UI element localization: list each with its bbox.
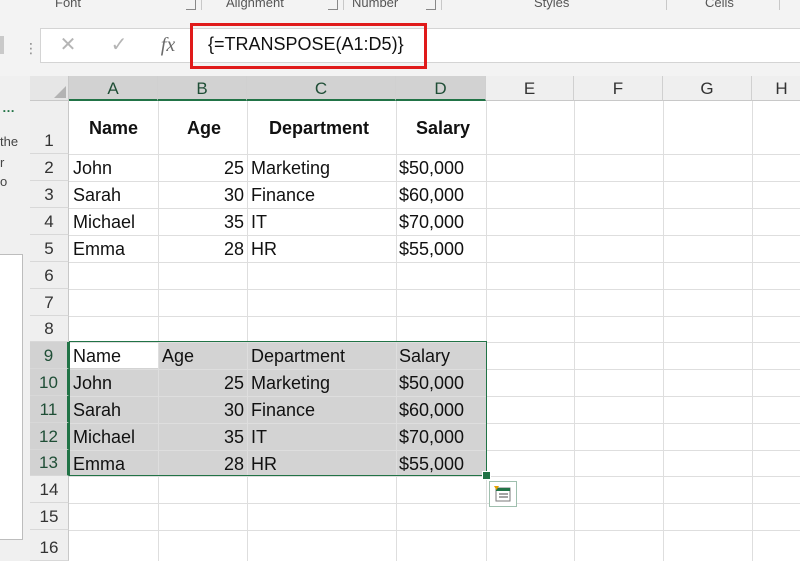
grid-line (69, 503, 800, 504)
ribbon-strip: Font Alignment Number Styles Cells (0, 0, 800, 15)
row-header-10[interactable]: 10 (30, 369, 69, 396)
cell-c2[interactable]: Marketing (251, 155, 330, 181)
ribbon-separator (201, 0, 202, 10)
grid-line (396, 101, 397, 561)
cell-d5[interactable]: $55,000 (399, 236, 464, 262)
number-launcher-icon[interactable] (426, 0, 436, 10)
column-header-g[interactable]: G (663, 76, 752, 101)
task-pane-text: o (0, 174, 8, 189)
cell-c3[interactable]: Finance (251, 182, 315, 208)
row-header-16[interactable]: 16 (30, 530, 69, 561)
cell-b2[interactable]: 25 (158, 155, 244, 181)
select-all-triangle-icon (54, 86, 66, 98)
cell-a4[interactable]: Michael (73, 209, 135, 235)
alignment-launcher-icon[interactable] (328, 0, 338, 10)
column-header-b[interactable]: B (158, 76, 247, 101)
cell-c1[interactable]: Department (269, 115, 369, 141)
cell-b3[interactable]: 30 (158, 182, 244, 208)
grid-line (663, 101, 664, 561)
row-header-11[interactable]: 11 (30, 396, 69, 423)
grid-line (752, 101, 753, 561)
ribbon-group-styles[interactable]: Styles (534, 0, 569, 10)
cell-b4[interactable]: 35 (158, 209, 244, 235)
cell-d2[interactable]: $50,000 (399, 155, 464, 181)
quick-analysis-icon (494, 486, 511, 502)
ribbon-separator (343, 0, 344, 10)
grid-line (69, 289, 800, 290)
cell-a2[interactable]: John (73, 155, 112, 181)
grid-line (486, 101, 487, 561)
fill-handle[interactable] (482, 471, 491, 480)
cancel-icon[interactable]: ✕ (54, 30, 82, 60)
row-header-4[interactable]: 4 (30, 208, 69, 235)
quick-analysis-button[interactable] (489, 481, 517, 507)
cell-a3[interactable]: Sarah (73, 182, 121, 208)
grid-line (69, 530, 800, 531)
row-header-8[interactable]: 8 (30, 316, 69, 342)
selection-border (69, 341, 487, 476)
row-header-14[interactable]: 14 (30, 476, 69, 503)
cell-a1[interactable]: Name (89, 115, 138, 141)
ribbon-group-cells[interactable]: Cells (705, 0, 734, 10)
enter-icon[interactable]: ✓ (105, 30, 133, 60)
column-header-c[interactable]: C (247, 76, 396, 101)
row-header-9[interactable]: 9 (30, 342, 69, 369)
column-header-h[interactable]: H (752, 76, 800, 101)
task-pane-more-icon[interactable]: … (2, 100, 15, 115)
task-pane-list-box[interactable] (0, 254, 23, 540)
column-header-e[interactable]: E (486, 76, 574, 101)
row-header-2[interactable]: 2 (30, 154, 69, 181)
cell-c4[interactable]: IT (251, 209, 267, 235)
font-launcher-icon[interactable] (186, 0, 196, 10)
grid-line (69, 262, 800, 263)
row-header-1[interactable]: 1 (30, 101, 69, 154)
name-box-edge[interactable] (0, 36, 4, 54)
row-header-13[interactable]: 13 (30, 450, 69, 476)
row-header-5[interactable]: 5 (30, 235, 69, 262)
ribbon-group-font[interactable]: Font (55, 0, 81, 10)
ribbon-group-number[interactable]: Number (352, 0, 398, 10)
cell-d3[interactable]: $60,000 (399, 182, 464, 208)
grid-line (69, 316, 800, 317)
cell-d1[interactable]: Salary (416, 115, 470, 141)
insert-function-button[interactable]: fx (150, 30, 186, 60)
cell-b5[interactable]: 28 (158, 236, 244, 262)
grid-line (574, 101, 575, 561)
row-header-6[interactable]: 6 (30, 262, 69, 289)
task-pane-text: the (0, 134, 19, 149)
formula-highlight-box (190, 23, 427, 69)
row-header-12[interactable]: 12 (30, 423, 69, 450)
task-pane-text: r (0, 155, 5, 170)
cell-a5[interactable]: Emma (73, 236, 125, 262)
select-all-button[interactable] (30, 76, 69, 101)
cell-b1[interactable]: Age (187, 115, 221, 141)
formula-bar-grip-icon: ⋮ (24, 40, 38, 56)
ribbon-group-alignment[interactable]: Alignment (226, 0, 284, 10)
cell-c5[interactable]: HR (251, 236, 277, 262)
ribbon-separator (441, 0, 442, 10)
cell-d4[interactable]: $70,000 (399, 209, 464, 235)
grid-line (247, 101, 248, 561)
ribbon-separator (666, 0, 667, 10)
column-header-a[interactable]: A (69, 76, 158, 101)
row-header-3[interactable]: 3 (30, 181, 69, 208)
row-header-15[interactable]: 15 (30, 503, 69, 530)
column-header-d[interactable]: D (396, 76, 486, 101)
row-header-7[interactable]: 7 (30, 289, 69, 316)
ribbon-separator (779, 0, 780, 10)
column-header-f[interactable]: F (574, 76, 663, 101)
